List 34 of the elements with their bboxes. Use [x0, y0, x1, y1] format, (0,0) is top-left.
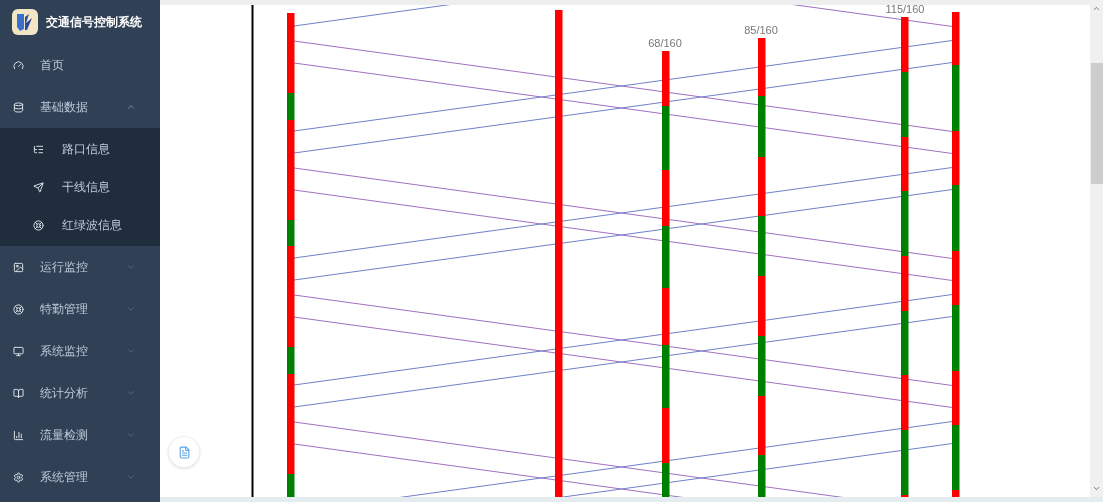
- menu-item[interactable]: 首页: [0, 44, 160, 86]
- menu-item[interactable]: 系统管理: [0, 456, 160, 498]
- menu-item[interactable]: 特勤管理: [0, 288, 160, 330]
- cycle-label: 68/160: [648, 37, 682, 49]
- monitor-icon: [13, 345, 24, 357]
- bar-chart-icon: [13, 429, 24, 441]
- send-icon: [33, 181, 44, 193]
- submenu-item[interactable]: 路口信息: [0, 130, 160, 168]
- document-button[interactable]: [168, 436, 200, 468]
- menu-item[interactable]: 基础数据: [0, 86, 160, 128]
- app-title: 交通信号控制系统: [46, 14, 142, 31]
- submenu-item[interactable]: 干线信息: [0, 168, 160, 206]
- list-icon: [33, 143, 44, 155]
- submenu-item[interactable]: 红绿波信息: [0, 206, 160, 244]
- gear-icon: [13, 471, 24, 483]
- menu-item[interactable]: 系统监控: [0, 330, 160, 372]
- horizontal-scrollbar[interactable]: [160, 497, 1103, 502]
- scroll-down-icon[interactable]: [1092, 484, 1101, 493]
- menu-item[interactable]: 运行监控: [0, 246, 160, 288]
- cycle-label: 85/160: [744, 24, 778, 36]
- cycle-label: 115/160: [885, 5, 925, 15]
- book-icon: [13, 387, 24, 399]
- gauge-icon: [13, 59, 24, 71]
- database-icon: [13, 101, 24, 113]
- menu-item[interactable]: 统计分析: [0, 372, 160, 414]
- scroll-up-icon[interactable]: [1092, 4, 1101, 13]
- logo-icon: [12, 9, 38, 35]
- menu-item[interactable]: 流量检测: [0, 414, 160, 456]
- lifebuoy-icon: [33, 219, 44, 231]
- lifebuoy-icon: [13, 303, 24, 315]
- document-icon: [177, 445, 191, 459]
- scrollbar-thumb[interactable]: [1090, 63, 1103, 184]
- image-icon: [13, 261, 24, 273]
- vertical-scrollbar[interactable]: [1090, 0, 1103, 497]
